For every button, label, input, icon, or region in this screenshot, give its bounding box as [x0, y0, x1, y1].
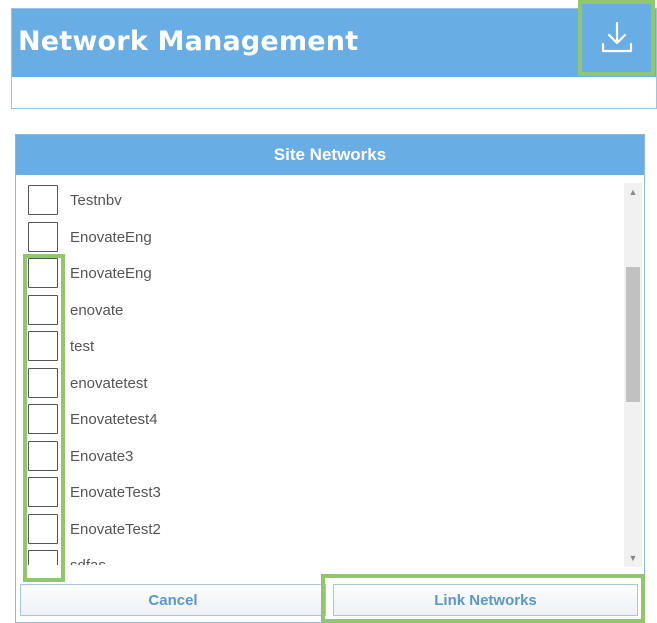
list-item[interactable]: EnovateTest3 [28, 477, 161, 507]
network-checkbox[interactable] [28, 550, 58, 565]
list-item[interactable]: enovatetest [28, 368, 148, 398]
network-list: Testnbv EnovateEng EnovateEng enovate te… [16, 175, 626, 565]
header-bar: Network Management [12, 9, 656, 77]
network-label: EnovateTest3 [70, 483, 161, 501]
dialog-header: Site Networks [16, 135, 644, 175]
network-label: enovatetest [70, 374, 148, 392]
cancel-button[interactable]: Cancel [20, 584, 326, 616]
list-item[interactable]: sdfas [28, 550, 106, 565]
network-checkbox[interactable] [28, 404, 58, 434]
network-checkbox[interactable] [28, 295, 58, 325]
list-item[interactable]: Enovatetest4 [28, 404, 158, 434]
chevron-up-icon[interactable]: ▲ [624, 183, 642, 201]
network-label: Testnbv [70, 191, 122, 209]
download-button[interactable] [578, 0, 655, 76]
list-item[interactable]: EnovateEng [28, 222, 152, 252]
network-label: enovate [70, 301, 124, 319]
network-label: EnovateEng [70, 264, 152, 282]
dialog-title: Site Networks [273, 145, 387, 164]
list-item[interactable]: EnovateEng [28, 258, 152, 288]
link-networks-button[interactable]: Link Networks [333, 584, 638, 616]
download-icon [601, 21, 632, 53]
network-checkbox[interactable] [28, 441, 58, 471]
list-item[interactable]: test [28, 331, 94, 361]
network-checkbox[interactable] [28, 185, 58, 215]
network-label: EnovateEng [70, 228, 152, 246]
network-label: sdfas [70, 556, 106, 566]
network-checkbox[interactable] [28, 477, 58, 507]
network-checkbox[interactable] [28, 258, 58, 288]
network-checkbox[interactable] [28, 331, 58, 361]
network-checkbox[interactable] [28, 514, 58, 544]
list-scrollbar[interactable]: ▲ ▼ [624, 183, 642, 567]
site-networks-dialog: Site Networks Testnbv EnovateEng Enovate… [15, 134, 645, 623]
network-label: Enovate3 [70, 447, 134, 465]
page-title: Network Management [18, 26, 359, 57]
chevron-down-icon[interactable]: ▼ [624, 549, 642, 567]
list-item[interactable]: enovate [28, 295, 123, 325]
network-label: EnovateTest2 [70, 520, 161, 538]
scrollbar-thumb[interactable] [626, 267, 640, 402]
network-label: Enovatetest4 [70, 410, 158, 428]
network-management-panel: Network Management [11, 8, 657, 109]
network-label: test [70, 337, 95, 355]
list-item[interactable]: Enovate3 [28, 441, 133, 471]
list-item[interactable]: Testnbv [28, 185, 122, 215]
list-item[interactable]: EnovateTest2 [28, 514, 161, 544]
network-checkbox[interactable] [28, 222, 58, 252]
network-checkbox[interactable] [28, 368, 58, 398]
